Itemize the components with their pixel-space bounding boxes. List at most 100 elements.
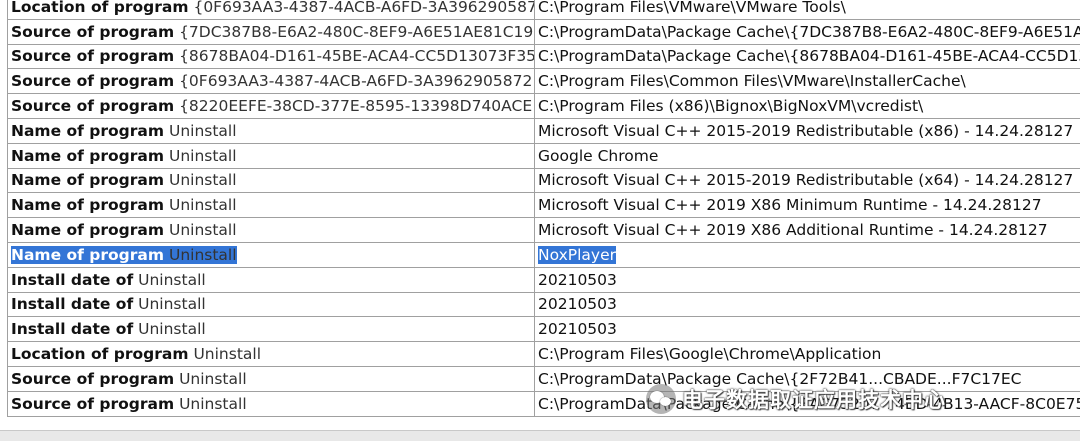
field-name-text: Name of program Uninstall — [11, 196, 237, 214]
field-value-cell[interactable]: Microsoft Visual C++ 2019 X86 Additional… — [534, 217, 1080, 243]
field-identifier: Uninstall — [138, 295, 206, 314]
table-row[interactable]: Install date of Uninstall 20210503 — [7, 316, 1080, 343]
field-identifier: {0F693AA3-4387-4ACB-A6FD-3A3962905872} — [193, 0, 535, 16]
field-name-cell[interactable]: Name of program Uninstall — [7, 241, 535, 268]
field-name-cell[interactable]: Source of program {0F693AA3-4387-4ACB-A6… — [7, 68, 535, 95]
field-label: Location of program — [11, 345, 189, 364]
field-name-cell[interactable]: Source of program {8220EEFE-38CD-377E-85… — [7, 93, 535, 119]
field-name-text: Name of program Uninstall — [11, 221, 237, 239]
field-value: C:\ProgramData\Package Cache\{8678BA04-D… — [538, 47, 1080, 66]
field-value-cell[interactable]: Microsoft Visual C++ 2015-2019 Redistrib… — [534, 167, 1080, 194]
field-value: C:\Program Files\VMware\VMware Tools\ — [538, 0, 846, 16]
window-bottom-edge — [0, 430, 1080, 441]
field-label: Install date of — [11, 320, 134, 339]
table-row[interactable]: Source of program {0F693AA3-4387-4ACB-A6… — [7, 68, 1080, 95]
field-name-cell[interactable]: Install date of Uninstall — [7, 266, 535, 293]
field-value-cell[interactable]: C:\Program Files\Google\Chrome\Applicati… — [534, 341, 1080, 367]
table-row[interactable]: Name of program Uninstall NoxPlayer — [7, 241, 1080, 268]
table-row[interactable]: Name of program Uninstall Microsoft Visua… — [7, 192, 1080, 219]
field-value: C:\Program Files (x86)\Bignox\BigNoxVM\v… — [538, 97, 924, 116]
field-value-cell[interactable]: C:\Program Files\Common Files\VMware\Ins… — [534, 68, 1080, 95]
field-name-cell[interactable]: Source of program {7DC387B8-E6A2-480C-8E… — [7, 18, 535, 45]
field-name-text: Source of program {8678BA04-D161-45BE-AC… — [11, 47, 534, 66]
field-value-cell[interactable]: NoxPlayer — [534, 241, 1080, 268]
field-label: Source of program — [11, 47, 175, 66]
field-value-cell[interactable]: C:\Program Files\VMware\VMware Tools\ — [534, 0, 1080, 20]
field-value-cell[interactable]: 20210503 — [534, 316, 1080, 343]
field-name-cell[interactable]: Install date of Uninstall — [7, 291, 535, 318]
field-label: Location of program — [11, 0, 189, 16]
field-value: Google Chrome — [538, 146, 659, 165]
field-value: Microsoft Visual C++ 2015-2019 Redistrib… — [538, 121, 1074, 140]
field-value: C:\ProgramData\Package Cache\{EAC73207-7… — [538, 394, 1080, 413]
field-value-cell[interactable]: Google Chrome — [534, 142, 1080, 169]
field-identifier: Uninstall — [168, 221, 237, 240]
table-row[interactable]: Name of program Uninstall Microsoft Visua… — [7, 217, 1080, 243]
field-identifier: {7DC387B8-E6A2-480C-8EF9-A6E51AE81C19} — [179, 22, 535, 41]
field-label: Source of program — [11, 369, 175, 388]
field-name-text: Name of program Uninstall — [11, 147, 237, 165]
field-label: Source of program — [11, 22, 175, 41]
field-value: C:\ProgramData\Package Cache\{7DC387B8-E… — [538, 22, 1080, 41]
field-name-cell[interactable]: Name of program Uninstall — [7, 167, 535, 194]
table-row[interactable]: Source of program {7DC387B8-E6A2-480C-8E… — [7, 18, 1080, 45]
field-name-text: Source of program {8220EEFE-38CD-377E-85… — [11, 97, 535, 116]
field-value-cell[interactable]: C:\ProgramData\Package Cache\{8678BA04-D… — [534, 43, 1080, 70]
table-row[interactable]: Name of program Uninstall Microsoft Visua… — [7, 117, 1080, 144]
field-name-cell[interactable]: Source of program Uninstall — [7, 390, 535, 417]
field-value-cell[interactable]: 20210503 — [534, 291, 1080, 318]
table-row[interactable]: Source of program Uninstall C:\ProgramDat… — [7, 390, 1080, 417]
table-row[interactable]: Location of program Uninstall C:\Program … — [7, 341, 1080, 367]
table-row[interactable]: Source of program {8220EEFE-38CD-377E-85… — [7, 93, 1080, 119]
field-name-cell[interactable]: Source of program Uninstall — [7, 365, 535, 392]
field-name-cell[interactable]: Location of program {0F693AA3-4387-4ACB-… — [7, 0, 535, 20]
table-row[interactable]: Source of program Uninstall C:\ProgramDat… — [7, 365, 1080, 392]
field-identifier: Uninstall — [138, 270, 206, 289]
field-name-text: Install date of Uninstall — [11, 271, 206, 289]
table-row[interactable]: Install date of Uninstall 20210503 — [7, 291, 1080, 318]
table-row[interactable]: Source of program {8678BA04-D161-45BE-AC… — [7, 43, 1080, 70]
program-report-table: Location of program {0F693AA3-4387-4ACB-… — [7, 0, 1080, 417]
table-row[interactable]: Location of program {0F693AA3-4387-4ACB-… — [7, 0, 1080, 20]
field-value-cell[interactable]: C:\Program Files (x86)\Bignox\BigNoxVM\v… — [534, 93, 1080, 119]
field-name-cell[interactable]: Name of program Uninstall — [7, 142, 535, 169]
field-identifier: Uninstall — [168, 196, 237, 215]
field-value-cell[interactable]: 20210503 — [534, 266, 1080, 293]
field-value-cell[interactable]: C:\ProgramData\Package Cache\{EAC73207-7… — [534, 390, 1080, 417]
field-value-cell[interactable]: C:\ProgramData\Package Cache\{2F72B41...… — [534, 365, 1080, 392]
field-value-cell[interactable]: Microsoft Visual C++ 2019 X86 Minimum Ru… — [534, 192, 1080, 219]
field-name-text: Source of program Uninstall — [11, 370, 247, 388]
table-row[interactable]: Name of program Uninstall Google Chrome — [7, 142, 1080, 169]
table-row[interactable]: Name of program Uninstall Microsoft Visua… — [7, 167, 1080, 194]
field-label: Install date of — [11, 295, 134, 314]
report-table-body: Location of program {0F693AA3-4387-4ACB-… — [7, 0, 1080, 417]
field-value-cell[interactable]: Microsoft Visual C++ 2015-2019 Redistrib… — [534, 117, 1080, 144]
field-identifier: Uninstall — [179, 394, 247, 413]
field-value: C:\Program Files\Google\Chrome\Applicati… — [538, 345, 882, 364]
field-name-cell[interactable]: Name of program Uninstall — [7, 117, 535, 144]
field-name-text: Name of program Uninstall — [11, 171, 237, 189]
field-identifier: {8220EEFE-38CD-377E-8595-13398D740ACE} — [179, 97, 535, 116]
field-value-cell[interactable]: C:\ProgramData\Package Cache\{7DC387B8-E… — [534, 18, 1080, 45]
field-name-cell[interactable]: Install date of Uninstall — [7, 316, 535, 343]
field-identifier: Uninstall — [168, 146, 237, 165]
field-label: Name of program — [11, 245, 165, 264]
field-identifier: Uninstall — [193, 345, 262, 364]
field-value: C:\ProgramData\Package Cache\{2F72B41...… — [538, 369, 1022, 388]
field-name-text: Name of program Uninstall — [11, 245, 237, 264]
field-label: Name of program — [11, 221, 165, 240]
field-identifier: Uninstall — [168, 245, 237, 264]
field-name-cell[interactable]: Location of program Uninstall — [7, 341, 535, 367]
field-value: C:\Program Files\Common Files\VMware\Ins… — [538, 72, 966, 91]
field-label: Name of program — [11, 196, 165, 215]
field-name-cell[interactable]: Name of program Uninstall — [7, 192, 535, 219]
field-value: 20210503 — [538, 270, 617, 289]
field-name-cell[interactable]: Source of program {8678BA04-D161-45BE-AC… — [7, 43, 535, 70]
field-value: Microsoft Visual C++ 2019 X86 Minimum Ru… — [538, 196, 1042, 215]
field-value: 20210503 — [538, 320, 617, 339]
table-row[interactable]: Install date of Uninstall 20210503 — [7, 266, 1080, 293]
field-label: Source of program — [11, 394, 175, 413]
field-name-cell[interactable]: Name of program Uninstall — [7, 217, 535, 243]
field-name-text: Source of program Uninstall — [11, 395, 247, 413]
field-label: Source of program — [11, 97, 175, 116]
